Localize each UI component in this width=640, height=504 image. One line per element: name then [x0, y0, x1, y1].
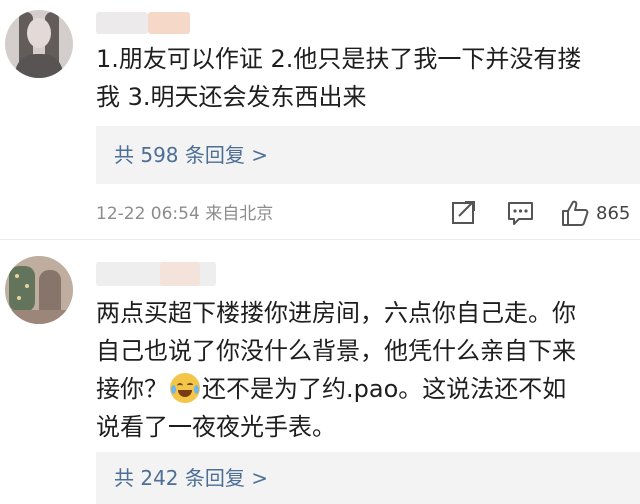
laugh-cry-emoji-icon: [170, 373, 200, 403]
location-label: 来自北京: [205, 204, 274, 224]
comment-text: 两点买超下楼搂你进房间，六点你自己走。你 自己也说了你没什么背景，他凭什么亲自下…: [96, 294, 636, 446]
username-blurred-part[interactable]: [160, 262, 200, 286]
username-blurred-part[interactable]: [148, 12, 190, 34]
comment-button[interactable]: [506, 198, 534, 230]
share-icon: [452, 201, 475, 224]
comment-text-line: 还不是为了约.pao。这说法还不如: [202, 375, 567, 403]
username-blurred[interactable]: [96, 12, 148, 34]
comment-text-line: 说看了一夜夜光手表。: [96, 413, 336, 441]
comment-text: 1.朋友可以作证 2.他只是扶了我一下并没有搂 我 3.明天还会发东西出来: [96, 40, 636, 116]
view-replies-link[interactable]: 共 242 条回复 >: [114, 452, 268, 504]
replies-box[interactable]: 共 242 条回复 >: [96, 452, 640, 504]
comment-icon: [508, 202, 533, 225]
view-replies-link[interactable]: 共 598 条回复 >: [114, 126, 268, 184]
comment-text-line: 我 3.明天还会发东西出来: [96, 83, 367, 111]
comment-text-line: 自己也说了你没什么背景，他凭什么亲自下来: [96, 337, 576, 365]
comment-text-line: 两点买超下楼搂你进房间，六点你自己走。你: [96, 299, 576, 327]
thumbs-up-icon: [562, 200, 589, 226]
comment-text-line: 1.朋友可以作证 2.他只是扶了我一下并没有搂: [96, 45, 582, 73]
like-count: 865: [596, 203, 631, 224]
avatar[interactable]: [5, 256, 73, 324]
replies-box[interactable]: 共 598 条回复 >: [96, 126, 640, 184]
like-button[interactable]: 865: [560, 198, 640, 230]
timestamp: 12-22 06:54: [96, 204, 200, 224]
comment-meta: 12-22 06:54 来自北京: [96, 200, 273, 228]
comment-text-line: 接你？: [96, 375, 168, 403]
avatar[interactable]: [5, 10, 73, 78]
share-button[interactable]: [450, 198, 478, 230]
